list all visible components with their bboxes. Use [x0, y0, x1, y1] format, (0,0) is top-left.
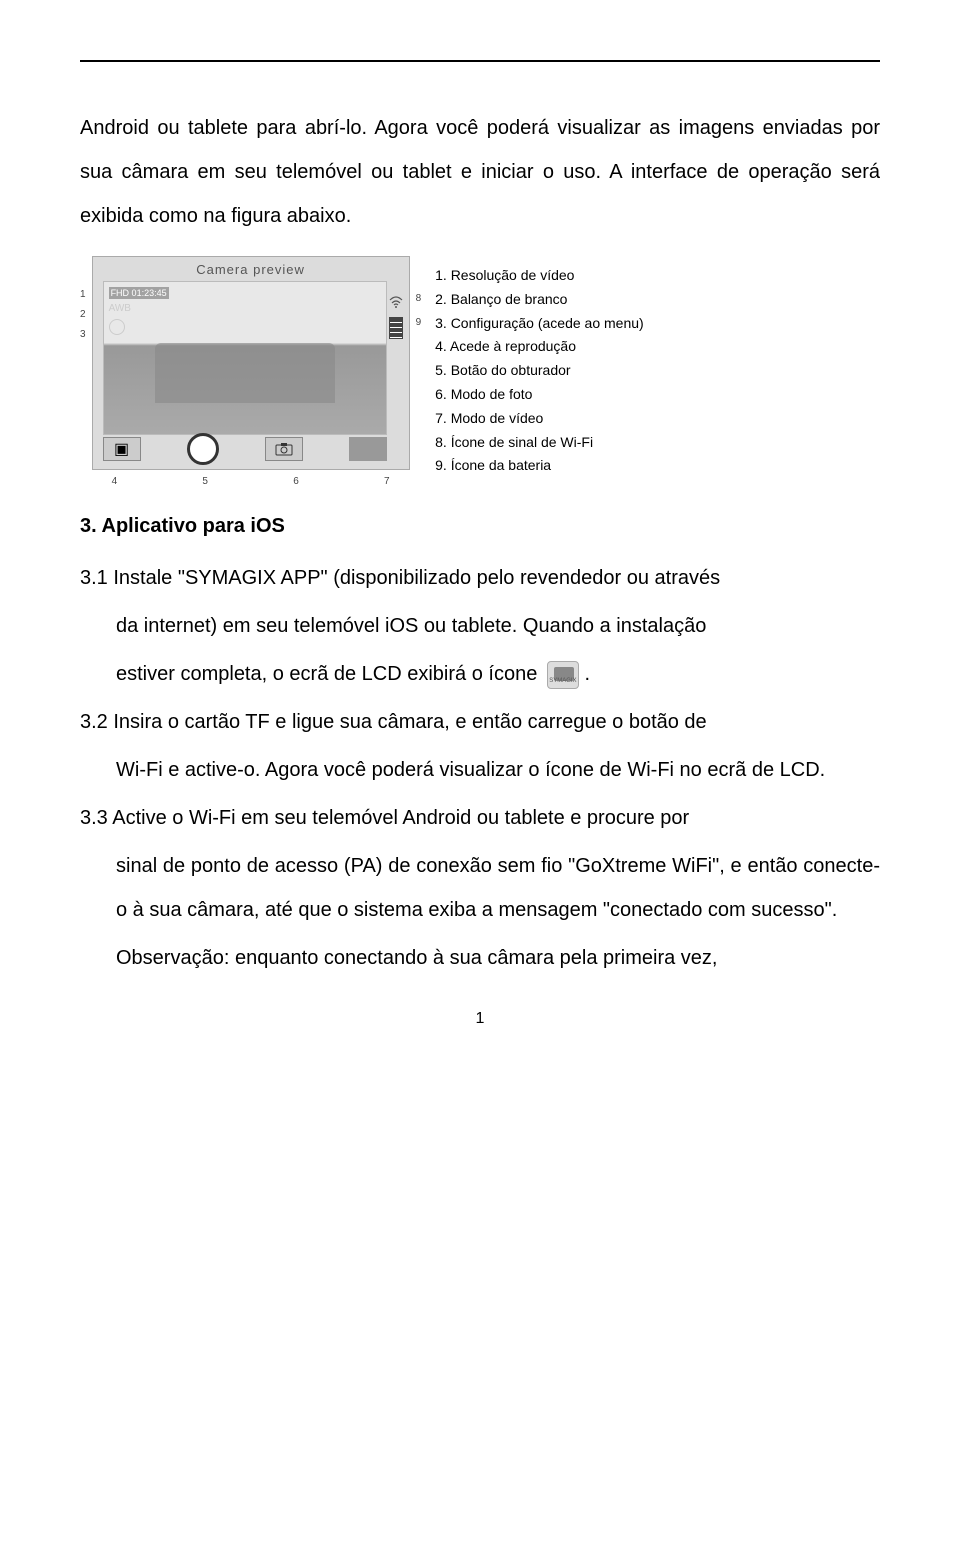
step-3-3-line2: sinal de ponto de acesso (PA) de conexão… — [80, 844, 880, 932]
right-marker-column: 8 9 — [416, 256, 422, 342]
top-rule — [80, 60, 880, 62]
awb-overlay: AWB — [109, 303, 131, 314]
marker-7: 7 — [384, 476, 390, 487]
legend-item: 3. Configuração (acede ao menu) — [435, 312, 880, 336]
battery-icon — [389, 317, 403, 339]
preview-wrap: Camera preview FHD 01:23:45 AWB ▣ 4 — [92, 256, 410, 487]
marker-8: 8 — [416, 294, 422, 304]
intro-paragraph: Android ou tablete para abrí-lo. Agora v… — [80, 106, 880, 238]
camera-preview-figure: 1 2 3 Camera preview FHD 01:23:45 AWB ▣ — [80, 256, 880, 487]
marker-2: 2 — [80, 310, 86, 320]
legend-list: 1. Resolução de vídeo 2. Balanço de bran… — [435, 256, 880, 478]
legend-item: 4. Acede à reprodução — [435, 335, 880, 359]
wifi-icon — [389, 295, 403, 311]
bottom-marker-row: 4 5 6 7 — [92, 476, 410, 487]
app-icon-label: SYMAGIX — [548, 675, 578, 688]
step-3-3-line1: 3.3 Active o Wi-Fi em seu telemóvel Andr… — [80, 796, 880, 840]
preview-box: FHD 01:23:45 AWB ▣ — [92, 256, 410, 470]
legend-item: 8. Ícone de sinal de Wi-Fi — [435, 431, 880, 455]
step-3-1-line3: estiver completa, o ecrã de LCD exibirá … — [80, 652, 880, 696]
marker-3: 3 — [80, 330, 86, 340]
legend-item: 2. Balanço de branco — [435, 288, 880, 312]
page-number: 1 — [80, 1010, 880, 1028]
step-3-1-text-post: . — [584, 663, 590, 685]
legend-item: 6. Modo de foto — [435, 383, 880, 407]
video-mode-button — [349, 437, 387, 461]
marker-4: 4 — [112, 476, 118, 487]
step-3-1-line2: da internet) em seu telemóvel iOS ou tab… — [80, 604, 880, 648]
marker-5: 5 — [202, 476, 208, 487]
left-marker-column: 1 2 3 — [80, 256, 86, 350]
section-title: 3. Aplicativo para iOS — [80, 515, 880, 538]
legend-item: 1. Resolução de vídeo — [435, 264, 880, 288]
resolution-overlay: FHD 01:23:45 — [109, 287, 169, 299]
settings-overlay-icon — [109, 319, 125, 335]
step-3-1-text-pre: estiver completa, o ecrã de LCD exibirá … — [116, 663, 543, 685]
shutter-button — [187, 433, 219, 465]
playback-button: ▣ — [103, 437, 141, 461]
symagix-app-icon: SYMAGIX — [547, 661, 579, 689]
photo-area — [103, 281, 387, 435]
legend-item: 5. Botão do obturador — [435, 359, 880, 383]
photo-mode-button — [265, 437, 303, 461]
marker-6: 6 — [293, 476, 299, 487]
legend-item: 9. Ícone da bateria — [435, 454, 880, 478]
step-3-2-line2: Wi-Fi e active-o. Agora você poderá visu… — [80, 748, 880, 792]
marker-1: 1 — [80, 290, 86, 300]
legend-item: 7. Modo de vídeo — [435, 407, 880, 431]
step-3-1-line1: 3.1 Instale "SYMAGIX APP" (disponibiliza… — [80, 556, 880, 600]
gazebo-shape — [155, 343, 335, 403]
observation: Observação: enquanto conectando à sua câ… — [80, 936, 880, 980]
bottom-toolbar: ▣ — [103, 435, 387, 463]
preview-label: Camera preview — [196, 262, 305, 277]
marker-9: 9 — [416, 318, 422, 328]
step-3-2-line1: 3.2 Insira o cartão TF e ligue sua câmar… — [80, 700, 880, 744]
